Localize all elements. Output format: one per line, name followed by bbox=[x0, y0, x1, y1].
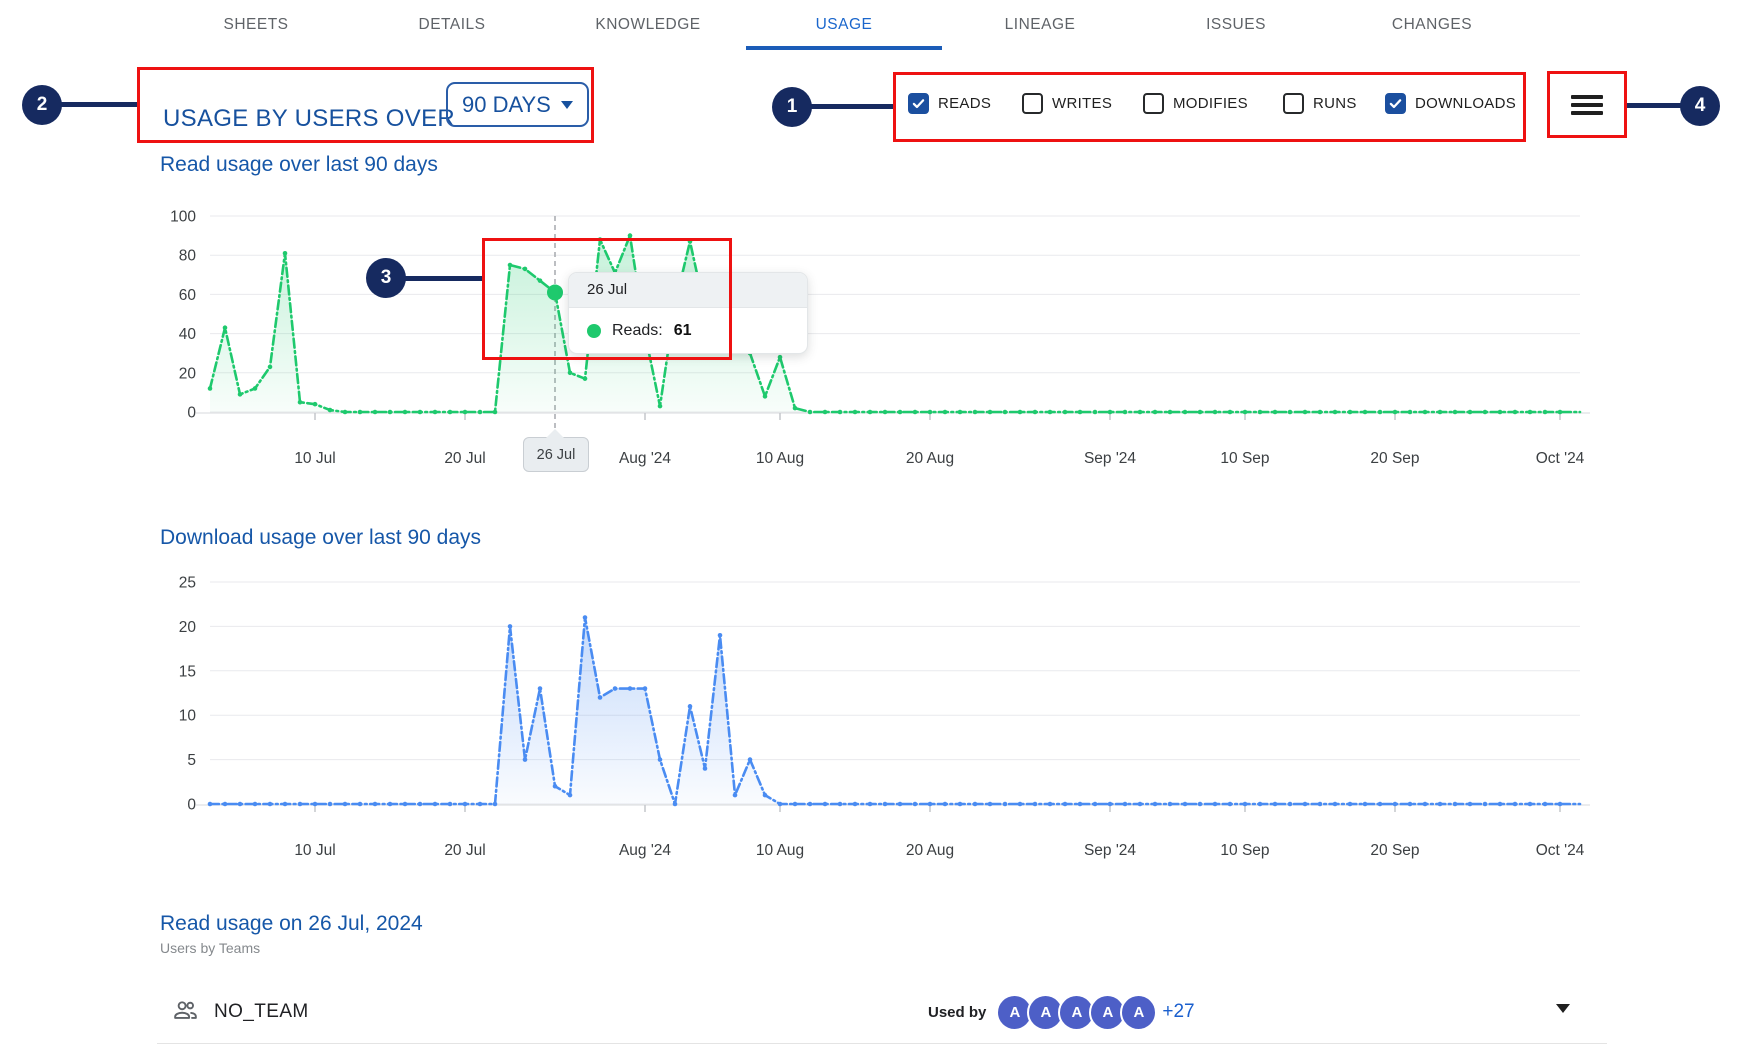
svg-text:20 Jul: 20 Jul bbox=[444, 450, 485, 467]
tab-changes[interactable]: CHANGES bbox=[1334, 0, 1530, 50]
axis-chip-pointer bbox=[546, 429, 564, 438]
svg-text:Sep '24: Sep '24 bbox=[1084, 842, 1136, 859]
tab-lineage[interactable]: LINEAGE bbox=[942, 0, 1138, 50]
svg-text:Oct '24: Oct '24 bbox=[1536, 842, 1585, 859]
svg-text:20 Aug: 20 Aug bbox=[906, 842, 954, 859]
tab-sheets[interactable]: SHEETS bbox=[158, 0, 354, 50]
tab-details[interactable]: DETAILS bbox=[354, 0, 550, 50]
svg-text:100: 100 bbox=[170, 209, 196, 226]
team-group-icon bbox=[172, 997, 199, 1024]
reads-chart-title: Read usage over last 90 days bbox=[160, 153, 438, 177]
svg-text:10: 10 bbox=[179, 708, 197, 725]
avatar[interactable]: A bbox=[1029, 996, 1062, 1029]
tab-issues[interactable]: ISSUES bbox=[1138, 0, 1334, 50]
svg-text:80: 80 bbox=[179, 248, 197, 265]
svg-text:Aug '24: Aug '24 bbox=[619, 842, 671, 859]
annotation-line-2 bbox=[60, 102, 137, 107]
annotation-box-4 bbox=[1547, 71, 1627, 138]
svg-text:20 Aug: 20 Aug bbox=[906, 450, 954, 467]
svg-text:Sep '24: Sep '24 bbox=[1084, 450, 1136, 467]
svg-text:15: 15 bbox=[179, 663, 196, 680]
svg-text:10 Aug: 10 Aug bbox=[756, 842, 804, 859]
svg-text:Oct '24: Oct '24 bbox=[1536, 450, 1585, 467]
svg-text:10 Sep: 10 Sep bbox=[1220, 842, 1269, 859]
breakdown-subtitle: Users by Teams bbox=[160, 940, 260, 956]
svg-text:10 Jul: 10 Jul bbox=[294, 450, 335, 467]
tab-usage[interactable]: USAGE bbox=[746, 0, 942, 50]
avatar[interactable]: A bbox=[1122, 996, 1155, 1029]
svg-text:20: 20 bbox=[179, 619, 197, 636]
svg-text:40: 40 bbox=[179, 326, 197, 343]
svg-text:0: 0 bbox=[187, 797, 196, 814]
downloads-chart-title: Download usage over last 90 days bbox=[160, 526, 481, 550]
annotation-line-1 bbox=[810, 104, 893, 109]
breakdown-title: Read usage on 26 Jul, 2024 bbox=[160, 912, 423, 936]
annotation-circle-3: 3 bbox=[366, 258, 406, 298]
svg-text:20: 20 bbox=[179, 365, 197, 382]
svg-text:0: 0 bbox=[187, 405, 196, 422]
used-by-label: Used by bbox=[928, 1004, 986, 1021]
svg-text:Aug '24: Aug '24 bbox=[619, 450, 671, 467]
avatar[interactable]: A bbox=[998, 996, 1031, 1029]
annotation-line-4 bbox=[1627, 103, 1682, 108]
avatar[interactable]: A bbox=[1060, 996, 1093, 1029]
hovered-date-axis-chip: 26 Jul bbox=[523, 437, 589, 472]
avatar-overflow-link[interactable]: +27 bbox=[1162, 1001, 1194, 1023]
annotation-box-1 bbox=[893, 72, 1526, 142]
annotation-box-3 bbox=[482, 238, 732, 360]
tab-bar: SHEETSDETAILSKNOWLEDGEUSAGELINEAGEISSUES… bbox=[158, 0, 1530, 50]
svg-text:20 Sep: 20 Sep bbox=[1370, 842, 1419, 859]
annotation-circle-4: 4 bbox=[1680, 86, 1720, 126]
svg-text:10 Aug: 10 Aug bbox=[756, 450, 804, 467]
svg-text:5: 5 bbox=[187, 752, 196, 769]
svg-text:25: 25 bbox=[179, 575, 196, 592]
row-expand-chevron-icon[interactable] bbox=[1556, 1004, 1570, 1013]
avatar-stack: AAAAA bbox=[1000, 996, 1155, 1029]
annotation-circle-1: 1 bbox=[772, 87, 812, 127]
annotation-circle-2: 2 bbox=[22, 85, 62, 125]
used-by-row: Used by AAAAA +27 bbox=[928, 995, 1195, 1029]
avatar[interactable]: A bbox=[1091, 996, 1124, 1029]
svg-text:20 Jul: 20 Jul bbox=[444, 842, 485, 859]
svg-text:60: 60 bbox=[179, 287, 197, 304]
annotation-line-3 bbox=[404, 276, 482, 281]
tab-knowledge[interactable]: KNOWLEDGE bbox=[550, 0, 746, 50]
team-name[interactable]: NO_TEAM bbox=[214, 1001, 309, 1023]
svg-text:20 Sep: 20 Sep bbox=[1370, 450, 1419, 467]
svg-text:10 Sep: 10 Sep bbox=[1220, 450, 1269, 467]
svg-text:10 Jul: 10 Jul bbox=[294, 842, 335, 859]
annotation-box-2 bbox=[137, 67, 594, 143]
